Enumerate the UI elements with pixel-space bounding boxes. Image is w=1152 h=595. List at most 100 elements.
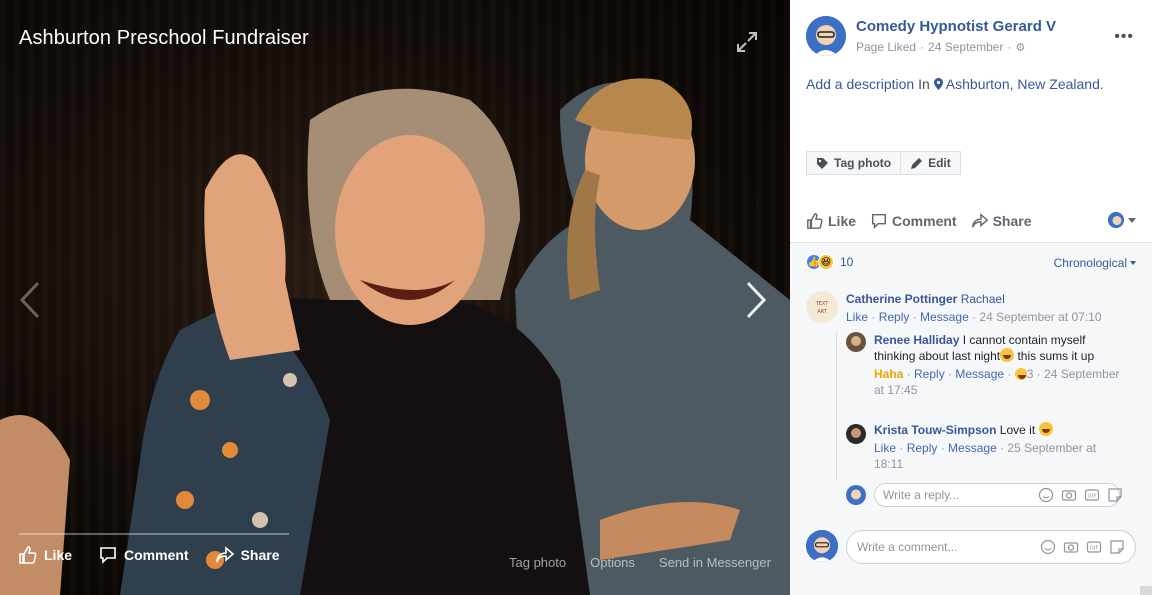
reply-message-link[interactable]: Message — [948, 441, 997, 455]
reply-composer: GIF — [874, 483, 1123, 507]
share-arrow-icon — [971, 213, 988, 228]
photo-meta-links: Tag photo Options Send in Messenger — [509, 555, 771, 570]
thread-line — [836, 332, 837, 480]
reply-item: Krista Touw-Simpson Love it Like · Reply… — [874, 422, 1097, 471]
location-pin-icon — [933, 78, 943, 90]
post-header — [806, 16, 846, 56]
like-button[interactable]: Like — [806, 212, 856, 230]
reaction-count[interactable]: 10 — [840, 255, 853, 269]
thumbs-up-icon — [19, 546, 37, 564]
post-date[interactable]: 24 September — [928, 40, 1003, 54]
edit-button[interactable]: Edit — [901, 151, 961, 175]
share-arrow-icon — [215, 546, 234, 563]
album-title: Ashburton Preschool Fundraiser — [19, 27, 309, 49]
sticker-icon[interactable] — [1107, 487, 1123, 503]
svg-text:ART: ART — [817, 309, 828, 315]
post-subline: Page Liked · 24 September · ⚙ — [856, 40, 1026, 54]
photo-action-bar: Like Comment Share — [18, 545, 280, 565]
in-label: In — [918, 76, 930, 92]
laughing-emoji-icon — [1000, 348, 1015, 362]
comment-button[interactable]: Comment — [870, 212, 957, 230]
reply-reply-link[interactable]: Reply — [907, 441, 938, 455]
comment-input[interactable] — [857, 540, 1040, 554]
comment-order-label: Chronological — [1053, 256, 1127, 270]
comment-like-link[interactable]: Like — [846, 310, 868, 324]
commenter-avatar[interactable]: TEXT ART — [806, 291, 838, 323]
photo-share-button[interactable]: Share — [215, 545, 280, 565]
photo-divider — [19, 533, 289, 535]
my-avatar — [846, 485, 866, 505]
reply-input[interactable] — [883, 488, 1038, 502]
svg-text:TEXT: TEXT — [815, 301, 830, 307]
add-description-link[interactable]: Add a description — [806, 76, 914, 92]
post-action-bar: Like Comment Share — [806, 212, 1136, 230]
photo-edit-buttons: Tag photo Edit — [806, 151, 961, 175]
camera-icon[interactable] — [1063, 539, 1079, 555]
reply-item: Renee Halliday I cannot contain myself t… — [874, 333, 1120, 397]
comment-timestamp[interactable]: 24 September at 07:10 — [979, 310, 1101, 324]
expand-icon[interactable] — [735, 30, 759, 54]
share-button[interactable]: Share — [971, 212, 1032, 230]
comment-composer: GIF — [846, 530, 1136, 564]
scrollbar-corner — [1140, 586, 1152, 595]
camera-icon[interactable] — [1061, 487, 1077, 503]
comment-bubble-icon — [871, 213, 887, 230]
chevron-down-icon — [1128, 217, 1136, 223]
photo-options-link[interactable]: Options — [590, 555, 635, 570]
laughing-emoji-icon — [1038, 422, 1053, 436]
more-options-icon[interactable]: ••• — [1114, 28, 1134, 46]
photo-like-button[interactable]: Like — [18, 545, 72, 565]
tag-photo-label: Tag photo — [834, 156, 892, 170]
photo-viewer: Ashburton Preschool Fundraiser Like Comm… — [0, 0, 790, 595]
audience-gear-icon[interactable]: ⚙ — [1015, 41, 1025, 54]
photo-share-label: Share — [240, 547, 280, 563]
comment-order-dropdown[interactable]: Chronological — [1054, 256, 1136, 270]
pencil-icon — [911, 157, 923, 169]
previous-photo-arrow-icon[interactable] — [16, 280, 44, 320]
reply-like-link[interactable]: Like — [874, 441, 896, 455]
haha-reaction-link[interactable]: Haha — [874, 367, 903, 381]
post-as-avatar — [1108, 212, 1124, 228]
comment-item: Catherine Pottinger Rachael Like · Reply… — [846, 292, 1102, 324]
gif-icon[interactable]: GIF — [1084, 487, 1100, 503]
photo-image — [0, 78, 790, 595]
tag-icon — [817, 157, 828, 169]
page-avatar[interactable] — [806, 16, 846, 56]
post-description: Add a description In Ashburton, New Zeal… — [806, 76, 1104, 92]
chevron-down-icon — [1130, 261, 1136, 265]
location-link[interactable]: Ashburton, New Zealand — [946, 76, 1100, 92]
photo-like-label: Like — [44, 547, 73, 563]
reply-text-continued: this sums it up — [1017, 349, 1095, 363]
edit-label: Edit — [928, 156, 951, 170]
replier-avatar[interactable] — [846, 332, 866, 352]
svg-text:GIF: GIF — [1089, 546, 1098, 552]
gif-icon[interactable]: GIF — [1086, 539, 1102, 555]
thumbs-up-icon — [807, 213, 823, 229]
tagged-name[interactable]: Rachael — [961, 292, 1005, 306]
location-suffix: . — [1099, 76, 1104, 92]
emoji-icon[interactable] — [1040, 539, 1056, 555]
post-as-selector[interactable] — [1108, 212, 1136, 228]
post-author-name[interactable]: Comedy Hypnotist Gerard V — [856, 18, 1056, 35]
next-photo-arrow-icon[interactable] — [742, 280, 770, 320]
send-in-messenger-link[interactable]: Send in Messenger — [659, 555, 771, 570]
reactions-summary[interactable]: 👍 😆 10 — [806, 254, 853, 270]
comment-reply-link[interactable]: Reply — [879, 310, 910, 324]
svg-text:GIF: GIF — [1087, 494, 1096, 500]
reply-message-link[interactable]: Message — [955, 367, 1004, 381]
reply-reaction-count[interactable]: 3 — [1027, 367, 1034, 381]
commenter-name[interactable]: Catherine Pottinger — [846, 292, 957, 306]
sticker-icon[interactable] — [1109, 539, 1125, 555]
replier-avatar[interactable] — [846, 424, 866, 444]
emoji-icon[interactable] — [1038, 487, 1054, 503]
like-label: Like — [828, 213, 857, 229]
haha-reaction-icon — [1014, 368, 1027, 380]
photo-comment-button[interactable]: Comment — [98, 545, 189, 565]
replier-name[interactable]: Krista Touw-Simpson — [874, 423, 996, 437]
photo-tag-link[interactable]: Tag photo — [509, 555, 566, 570]
tag-photo-button[interactable]: Tag photo — [806, 151, 902, 175]
photo-comment-label: Comment — [124, 547, 189, 563]
reply-reply-link[interactable]: Reply — [914, 367, 945, 381]
replier-name[interactable]: Renee Halliday — [874, 333, 959, 347]
comment-message-link[interactable]: Message — [920, 310, 969, 324]
